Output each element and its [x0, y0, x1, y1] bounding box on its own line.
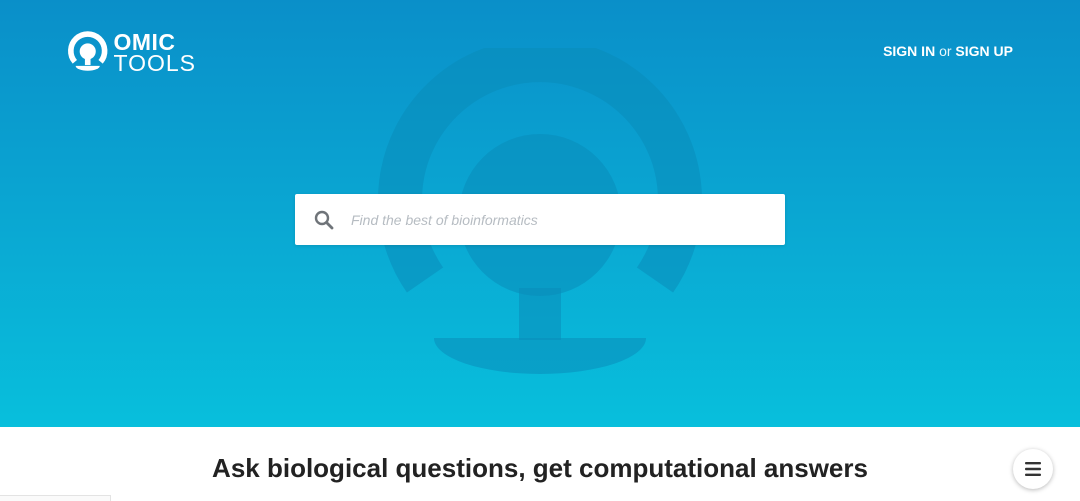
- or-separator: or: [939, 43, 952, 59]
- omega-icon: [68, 31, 108, 71]
- omictools-logo[interactable]: OMIC TOOLS: [66, 25, 196, 81]
- search-input[interactable]: [349, 203, 773, 236]
- bottom-corner-strip: [0, 495, 111, 501]
- hero-banner: OMIC TOOLS SIGN IN or SIGN UP: [0, 0, 1080, 427]
- sign-in-link[interactable]: SIGN IN: [883, 43, 935, 59]
- sign-up-link[interactable]: SIGN UP: [955, 43, 1013, 59]
- menu-button[interactable]: [1013, 449, 1053, 489]
- search-bar[interactable]: [295, 194, 785, 245]
- logo-line-2: TOOLS: [113, 50, 196, 76]
- search-icon[interactable]: [314, 210, 334, 230]
- auth-links: SIGN IN or SIGN UP: [883, 43, 1013, 59]
- page-tagline: Ask biological questions, get computatio…: [212, 453, 868, 483]
- logo-wordmark: OMIC TOOLS: [113, 31, 196, 76]
- hamburger-menu-icon: [1025, 462, 1041, 476]
